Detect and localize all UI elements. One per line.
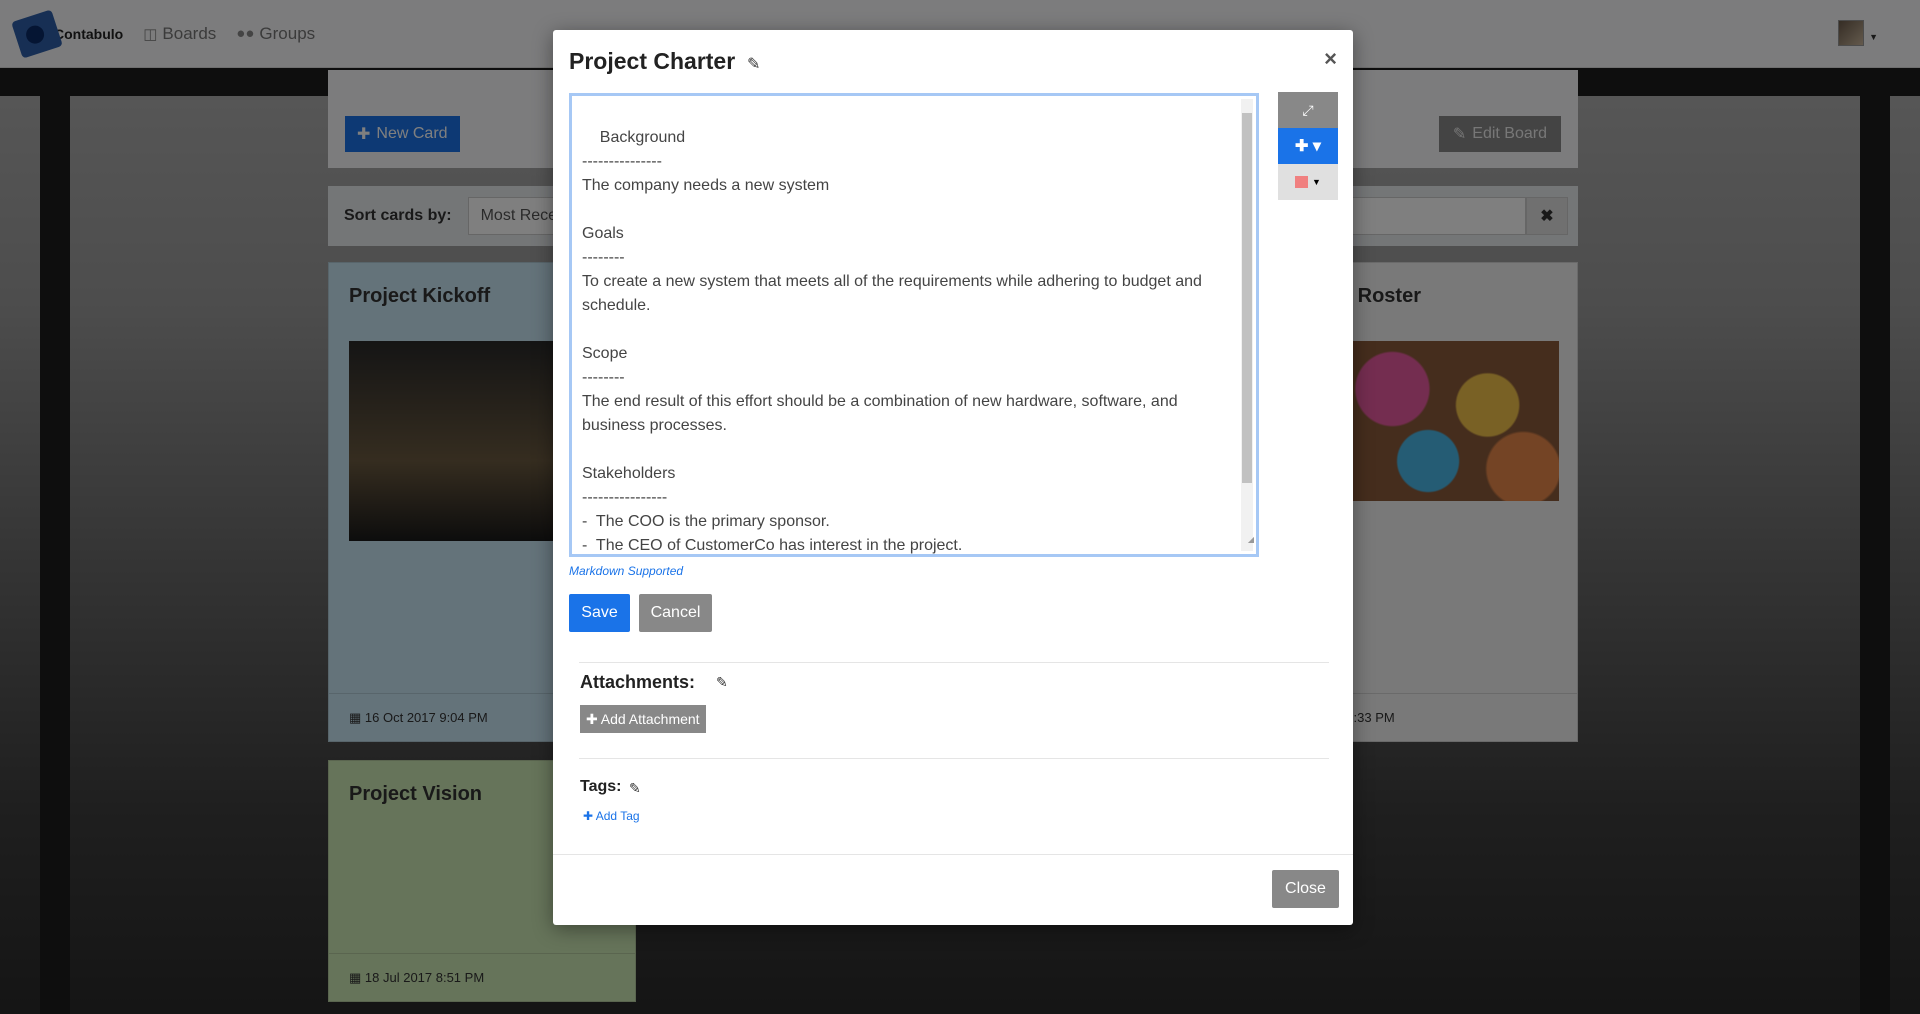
close-button[interactable]: Close [1272, 870, 1339, 908]
plus-icon: ✚ ▾ [1295, 138, 1321, 155]
card-edit-modal: Project Charter ✎ × Background ---------… [553, 30, 1353, 925]
pencil-icon[interactable]: ✎ [716, 674, 728, 691]
add-tag-link[interactable]: ✚ Add Tag [583, 809, 640, 823]
markdown-supported-link[interactable]: Markdown Supported [569, 564, 683, 578]
pencil-icon[interactable]: ✎ [629, 780, 641, 797]
expand-icon: ⤢ [1302, 101, 1314, 118]
textarea-scrollbar[interactable] [1241, 99, 1253, 551]
chevron-down-icon: ▼ [1312, 177, 1321, 187]
card-body-textarea[interactable]: Background --------------- The company n… [569, 93, 1259, 557]
plus-icon: ✚ [583, 809, 594, 823]
divider [553, 854, 1353, 855]
add-content-dropdown[interactable]: ✚ ▾ [1278, 128, 1338, 164]
plus-icon: ✚ [586, 710, 598, 727]
add-attachment-label: Add Attachment [600, 711, 700, 727]
add-attachment-button[interactable]: ✚ Add Attachment [580, 705, 706, 733]
add-tag-label: Add Tag [595, 809, 640, 823]
modal-title: Project Charter [569, 48, 736, 74]
expand-button[interactable]: ⤢ [1278, 92, 1338, 128]
color-swatch [1295, 176, 1309, 188]
cancel-button[interactable]: Cancel [639, 594, 712, 632]
scrollbar-thumb[interactable] [1242, 113, 1252, 483]
divider [579, 662, 1329, 663]
divider [579, 758, 1329, 759]
pencil-icon[interactable]: ✎ [747, 54, 760, 74]
attachments-heading: Attachments: [580, 672, 696, 692]
save-button[interactable]: Save [569, 594, 630, 632]
card-body-text: Background --------------- The company n… [582, 129, 1202, 554]
resize-handle-icon[interactable]: ◢ [1248, 528, 1254, 552]
tags-heading: Tags: [580, 778, 622, 795]
card-color-dropdown[interactable]: ▼ [1278, 164, 1338, 200]
close-icon[interactable]: × [1324, 46, 1337, 72]
